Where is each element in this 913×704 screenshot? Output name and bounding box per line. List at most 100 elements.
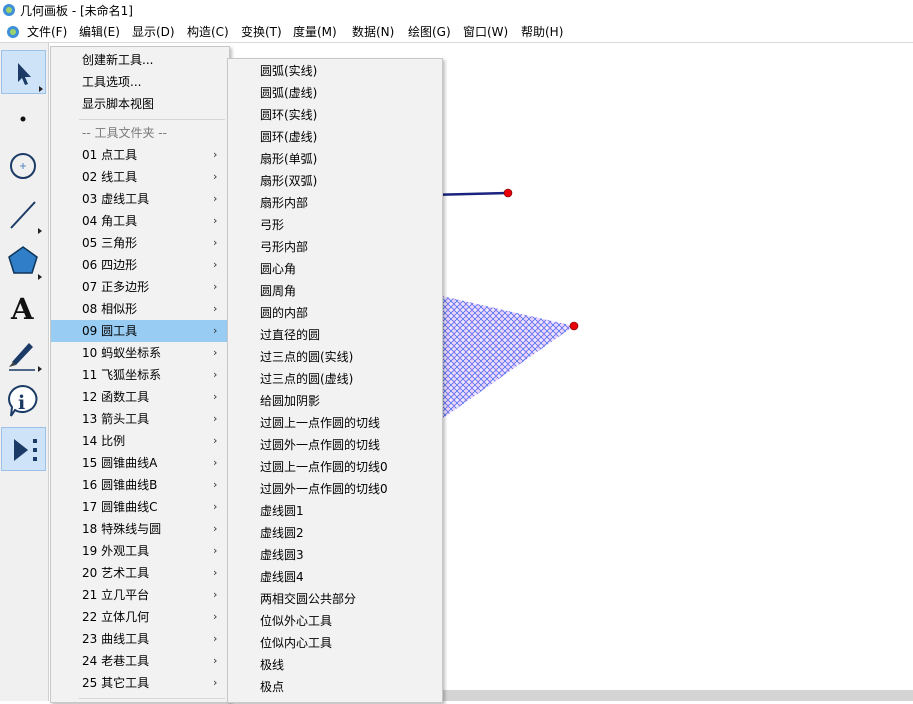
- submenu-item[interactable]: 两相交圆公共部分: [228, 588, 440, 610]
- submenu-item[interactable]: 极点: [228, 676, 440, 698]
- submenu-item[interactable]: 过直径的圆: [228, 324, 440, 346]
- menu-item-show-script-view[interactable]: 显示脚本视图: [51, 93, 227, 115]
- menu-file[interactable]: 文件(F): [25, 24, 69, 40]
- arrow-select-tool[interactable]: [1, 50, 46, 94]
- submenu-item[interactable]: 位似内心工具: [228, 632, 440, 654]
- menu-item-folder[interactable]: 03 虚线工具 ›: [51, 188, 227, 210]
- menu-item-folder[interactable]: 15 圆锥曲线A ›: [51, 452, 227, 474]
- submenu-item-label: 圆环(实线): [260, 108, 318, 122]
- menu-item-folder[interactable]: 16 圆锥曲线B ›: [51, 474, 227, 496]
- menu-item-folder[interactable]: 25 其它工具 ›: [51, 672, 227, 694]
- submenu-item[interactable]: 过圆外一点作圆的切线: [228, 434, 440, 456]
- menu-item-tool-options[interactable]: 工具选项...: [51, 71, 227, 93]
- menu-item-folder[interactable]: 12 函数工具 ›: [51, 386, 227, 408]
- menu-item-folder[interactable]: 23 曲线工具 ›: [51, 628, 227, 650]
- submenu-item[interactable]: 过三点的圆(虚线): [228, 368, 440, 390]
- menu-item-folder[interactable]: 19 外观工具 ›: [51, 540, 227, 562]
- menu-item-folder[interactable]: 22 立体几何 ›: [51, 606, 227, 628]
- menu-item-folder[interactable]: 07 正多边形 ›: [51, 276, 227, 298]
- straightedge-tool[interactable]: [1, 192, 46, 236]
- menu-item-label: 07 正多边形: [82, 280, 150, 294]
- submenu-item[interactable]: 虚线圆1: [228, 500, 440, 522]
- submenu-item[interactable]: 给圆加阴影: [228, 390, 440, 412]
- chevron-right-icon: ›: [213, 610, 218, 623]
- menu-item-label: 11 飞狐坐标系: [82, 368, 162, 382]
- menu-item-folder[interactable]: 11 飞狐坐标系 ›: [51, 364, 227, 386]
- menu-graph[interactable]: 绘图(G): [406, 24, 453, 40]
- menu-item-folder[interactable]: 01 点工具 ›: [51, 144, 227, 166]
- menu-item-folder[interactable]: 13 箭头工具 ›: [51, 408, 227, 430]
- menu-display[interactable]: 显示(D): [130, 24, 177, 40]
- submenu-item[interactable]: 圆周角: [228, 280, 440, 302]
- submenu-item-label: 过圆外一点作圆的切线0: [260, 482, 388, 496]
- marker-tool[interactable]: [1, 331, 46, 375]
- text-tool[interactable]: A: [1, 286, 46, 330]
- submenu-item-label: 扇形(双弧): [260, 174, 318, 188]
- menu-item-folder[interactable]: 18 特殊线与圆 ›: [51, 518, 227, 540]
- submenu-item[interactable]: 圆弧(虚线): [228, 82, 440, 104]
- information-tool[interactable]: i: [1, 379, 46, 423]
- segment-endpoint[interactable]: [503, 188, 513, 198]
- submenu-item[interactable]: 扇形(单弧): [228, 148, 440, 170]
- menu-item-create-new-tool[interactable]: 创建新工具...: [51, 49, 227, 71]
- menu-item-folder[interactable]: 10 蚂蚁坐标系 ›: [51, 342, 227, 364]
- menu-item-folder[interactable]: 14 比例 ›: [51, 430, 227, 452]
- menu-item-folder[interactable]: 06 四边形 ›: [51, 254, 227, 276]
- menu-item-label: 09 圆工具: [82, 324, 138, 338]
- custom-tool[interactable]: [1, 427, 46, 471]
- compass-tool[interactable]: [1, 143, 46, 187]
- menu-measure[interactable]: 度量(M): [291, 24, 339, 40]
- submenu-item[interactable]: 圆的内部: [228, 302, 440, 324]
- submenu-item[interactable]: 弓形内部: [228, 236, 440, 258]
- menu-edit[interactable]: 编辑(E): [77, 24, 122, 40]
- menu-item-folder[interactable]: 21 立几平台 ›: [51, 584, 227, 606]
- menu-window[interactable]: 窗口(W): [461, 24, 510, 40]
- submenu-item[interactable]: 虚线圆4: [228, 566, 440, 588]
- submenu-item[interactable]: 弓形: [228, 214, 440, 236]
- chevron-right-icon: ›: [213, 236, 218, 249]
- submenu-item[interactable]: 极线: [228, 654, 440, 676]
- point-tool[interactable]: [1, 95, 46, 139]
- menu-construct[interactable]: 构造(C): [185, 24, 231, 40]
- submenu-item[interactable]: 圆心角: [228, 258, 440, 280]
- submenu-item[interactable]: 圆环(虚线): [228, 126, 440, 148]
- submenu-item[interactable]: 虚线圆2: [228, 522, 440, 544]
- submenu-item[interactable]: 位似外心工具: [228, 610, 440, 632]
- submenu-item[interactable]: 过圆上一点作圆的切线: [228, 412, 440, 434]
- menu-item-label: 02 线工具: [82, 170, 138, 184]
- menu-item-label: 14 比例: [82, 434, 126, 448]
- menu-item-label: 19 外观工具: [82, 544, 150, 558]
- menu-item-folder[interactable]: 08 相似形 ›: [51, 298, 227, 320]
- submenu-item-label: 弓形内部: [260, 240, 309, 254]
- chevron-right-icon: ›: [213, 258, 218, 271]
- submenu-item[interactable]: 过三点的圆(实线): [228, 346, 440, 368]
- submenu-item[interactable]: 过圆上一点作圆的切线0: [228, 456, 440, 478]
- submenu-item[interactable]: 扇形内部: [228, 192, 440, 214]
- submenu-item-label: 给圆加阴影: [260, 394, 321, 408]
- menu-data[interactable]: 数据(N): [350, 24, 396, 40]
- horizontal-scrollbar[interactable]: [440, 690, 913, 701]
- shaded-triangle[interactable]: [429, 293, 574, 428]
- triangle-vertex[interactable]: [569, 321, 579, 331]
- chevron-right-icon: ›: [213, 192, 218, 205]
- submenu-item[interactable]: 圆弧(实线): [228, 60, 440, 82]
- straightedge-icon: [10, 201, 42, 234]
- submenu-item[interactable]: 扇形(双弧): [228, 170, 440, 192]
- polygon-tool[interactable]: [1, 239, 46, 283]
- menu-item-folder[interactable]: 24 老巷工具 ›: [51, 650, 227, 672]
- menu-item-folder[interactable]: 17 圆锥曲线C ›: [51, 496, 227, 518]
- menu-item-folder[interactable]: 02 线工具 ›: [51, 166, 227, 188]
- menu-item-folder[interactable]: 04 角工具 ›: [51, 210, 227, 232]
- document-icon[interactable]: [6, 25, 20, 39]
- menu-item-label: 12 函数工具: [82, 390, 150, 404]
- submenu-item[interactable]: 过圆外一点作圆的切线0: [228, 478, 440, 500]
- menu-transform[interactable]: 变换(T): [239, 24, 284, 40]
- menu-item-label: 创建新工具...: [82, 53, 154, 67]
- menu-item-folder[interactable]: 05 三角形 ›: [51, 232, 227, 254]
- chevron-right-icon: ›: [213, 434, 218, 447]
- submenu-item[interactable]: 圆环(实线): [228, 104, 440, 126]
- menu-item-folder[interactable]: 20 艺术工具 ›: [51, 562, 227, 584]
- submenu-item[interactable]: 虚线圆3: [228, 544, 440, 566]
- menu-item-folder-circle-tools[interactable]: 09 圆工具 ›: [51, 320, 227, 342]
- menu-help[interactable]: 帮助(H): [519, 24, 565, 40]
